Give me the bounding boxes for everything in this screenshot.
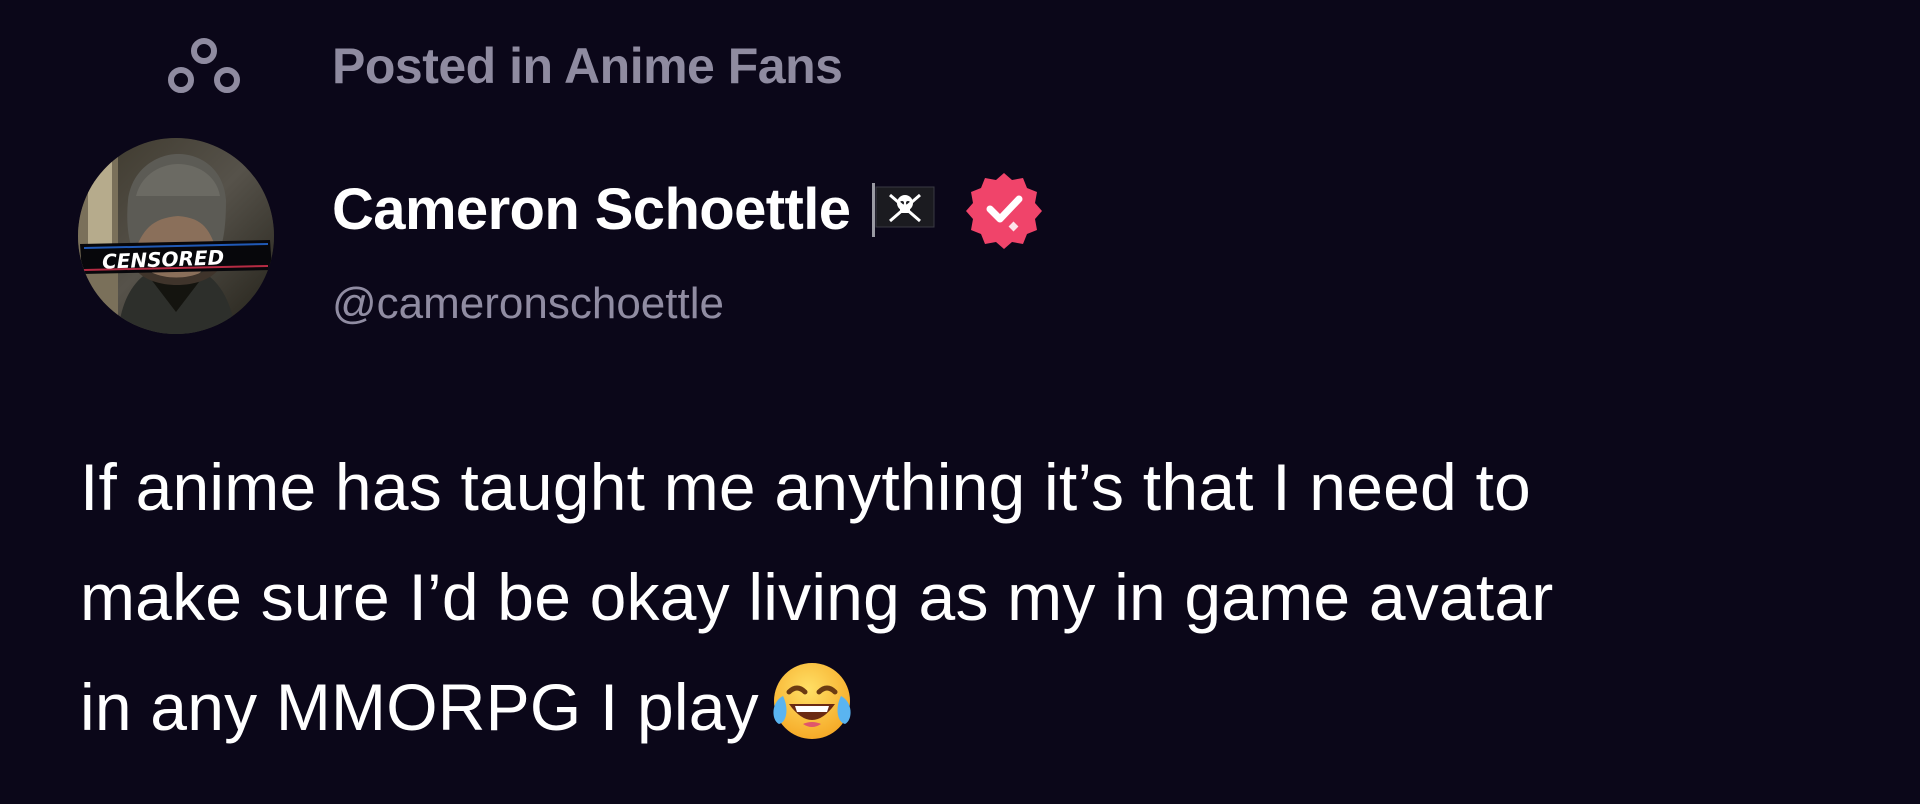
post-context[interactable]: Posted in Anime Fans <box>164 32 843 100</box>
posted-in-label[interactable]: Posted in Anime Fans <box>332 32 843 100</box>
verified-badge-icon <box>966 173 1043 249</box>
author-header: Cameron Schoettle <box>332 172 1044 249</box>
post-text-line: in any MMORPG I play <box>80 670 759 744</box>
post-card: Posted in Anime Fans CENSORED Cameron Sc… <box>0 0 1920 804</box>
post-text-line-last: in any MMORPG I play <box>80 652 1880 762</box>
avatar-censored-label: CENSORED <box>102 245 225 273</box>
community-icon <box>168 38 240 93</box>
author-name[interactable]: Cameron Schoettle <box>332 176 851 243</box>
avatar[interactable]: CENSORED <box>78 138 274 334</box>
author-handle[interactable]: @cameronschoettle <box>332 276 724 332</box>
post-text-line: make sure I’d be okay living as my in ga… <box>80 560 1554 634</box>
post-text-line: If anime has taught me anything it’s tha… <box>80 450 1531 524</box>
pirate-flag-icon <box>872 183 935 237</box>
post-body: If anime has taught me anything it’s tha… <box>80 432 1880 762</box>
face-with-tears-of-joy-icon <box>773 663 851 739</box>
avatar-image: CENSORED <box>78 138 274 334</box>
